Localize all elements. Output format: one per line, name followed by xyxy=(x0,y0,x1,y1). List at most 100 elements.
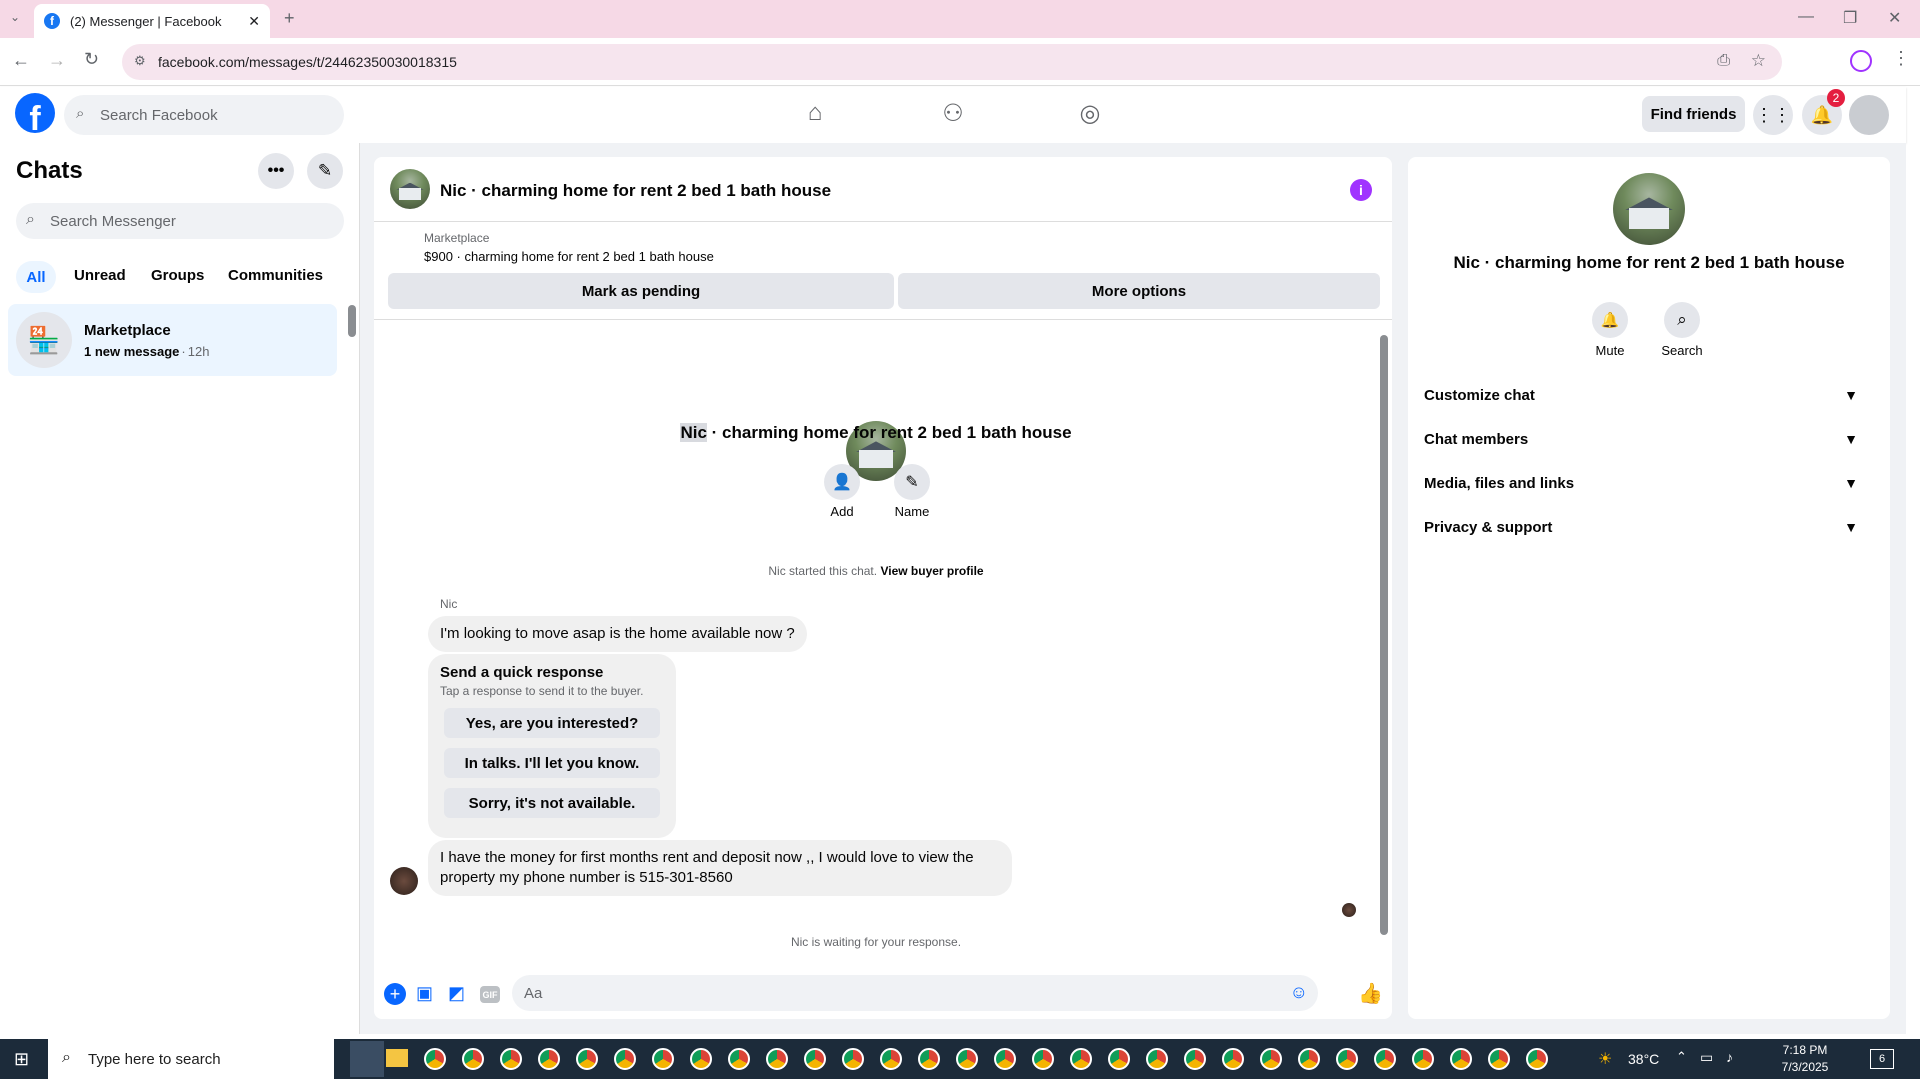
taskbar-search-input[interactable]: ⌕ Type here to search xyxy=(48,1039,334,1079)
chrome-icon[interactable] xyxy=(538,1048,560,1070)
conversation-scrollbar[interactable] xyxy=(1380,335,1388,935)
chrome-icon[interactable] xyxy=(576,1048,598,1070)
clock-time[interactable]: 7:18 PM xyxy=(1770,1043,1840,1057)
mute-bell-icon[interactable]: 🔔 xyxy=(1592,302,1628,338)
filter-unread[interactable]: Unread xyxy=(74,267,126,284)
chrome-icon[interactable] xyxy=(956,1048,978,1070)
facebook-logo-icon[interactable]: f xyxy=(15,93,55,133)
tab-search-icon[interactable]: ⌄ xyxy=(10,10,20,24)
chrome-icon[interactable] xyxy=(1108,1048,1130,1070)
windows-start-icon[interactable]: ⊞ xyxy=(14,1049,29,1070)
filter-groups[interactable]: Groups xyxy=(151,267,204,284)
facebook-search-input[interactable]: ⌕ Search Facebook xyxy=(64,95,344,135)
chrome-icon[interactable] xyxy=(1412,1048,1434,1070)
sticker-icon[interactable]: ◩ xyxy=(448,983,465,1004)
mark-as-pending-button[interactable]: Mark as pending xyxy=(388,273,894,309)
chrome-icon[interactable] xyxy=(1146,1048,1168,1070)
chrome-icon[interactable] xyxy=(1184,1048,1206,1070)
volume-icon[interactable]: ♪ xyxy=(1726,1049,1733,1065)
section-privacy-support[interactable]: Privacy & support ▼ xyxy=(1424,509,1874,545)
emoji-icon[interactable]: ☺ xyxy=(1290,982,1308,1003)
account-avatar[interactable] xyxy=(1849,95,1889,135)
browser-menu-icon[interactable]: ⋮ xyxy=(1892,48,1910,69)
messenger-search-input[interactable]: ⌕ Search Messenger xyxy=(16,203,344,239)
weather-icon[interactable]: ☀ xyxy=(1598,1049,1612,1069)
friends-icon[interactable]: ⚇ xyxy=(938,99,968,129)
site-info-icon[interactable]: ⚙ xyxy=(134,53,146,69)
quick-response-option[interactable]: Sorry, it's not available. xyxy=(444,788,660,818)
clock-date[interactable]: 7/3/2025 xyxy=(1770,1060,1840,1074)
info-icon[interactable]: i xyxy=(1350,179,1372,201)
add-person-icon[interactable]: 👤 xyxy=(824,464,860,500)
message-input[interactable]: Aa ☺ xyxy=(512,975,1318,1011)
chrome-icon[interactable] xyxy=(1450,1048,1472,1070)
more-options-icon[interactable]: ••• xyxy=(258,153,294,189)
chrome-icon[interactable] xyxy=(462,1048,484,1070)
network-icon[interactable]: ▭ xyxy=(1700,1049,1713,1066)
section-media-files-links[interactable]: Media, files and links ▼ xyxy=(1424,465,1874,501)
action-center-icon[interactable]: 6 xyxy=(1870,1049,1894,1069)
section-chat-members[interactable]: Chat members ▼ xyxy=(1424,421,1874,457)
bookmark-star-icon[interactable]: ☆ xyxy=(1751,51,1766,71)
new-tab-icon[interactable]: + xyxy=(284,8,295,29)
search-conversation-icon[interactable]: ⌕ xyxy=(1664,302,1700,338)
chrome-icon[interactable] xyxy=(424,1048,446,1070)
chrome-icon[interactable] xyxy=(1298,1048,1320,1070)
chrome-icon[interactable] xyxy=(500,1048,522,1070)
chrome-icon[interactable] xyxy=(728,1048,750,1070)
chrome-icon[interactable] xyxy=(1526,1048,1548,1070)
close-window-icon[interactable]: ✕ xyxy=(1888,8,1901,28)
url-input[interactable]: ⚙ facebook.com/messages/t/24462350030018… xyxy=(122,44,1782,80)
listing-summary[interactable]: $900 · charming home for rent 2 bed 1 ba… xyxy=(424,249,714,264)
chrome-icon[interactable] xyxy=(766,1048,788,1070)
chrome-icon[interactable] xyxy=(918,1048,940,1070)
filter-communities[interactable]: Communities xyxy=(228,267,323,284)
chrome-icon[interactable] xyxy=(1070,1048,1092,1070)
more-options-button[interactable]: More options xyxy=(898,273,1380,309)
chrome-icon[interactable] xyxy=(1488,1048,1510,1070)
message-bubble-1[interactable]: I'm looking to move asap is the home ava… xyxy=(428,616,807,652)
chrome-icon[interactable] xyxy=(880,1048,902,1070)
chrome-icon[interactable] xyxy=(842,1048,864,1070)
back-icon[interactable]: ← xyxy=(12,50,30,71)
chrome-icon[interactable] xyxy=(1222,1048,1244,1070)
conversation-title[interactable]: Nic · charming home for rent 2 bed 1 bat… xyxy=(440,181,831,201)
menu-grid-icon[interactable]: ⋮⋮ xyxy=(1753,95,1793,135)
browser-tab[interactable]: f (2) Messenger | Facebook ✕ xyxy=(34,4,270,38)
forward-icon[interactable]: → xyxy=(48,50,66,71)
install-app-icon[interactable]: ⎙ xyxy=(1717,52,1730,70)
chat-list-item-marketplace[interactable]: 🏪 Marketplace 1 new message · 12h xyxy=(8,304,337,376)
section-customize-chat[interactable]: Customize chat ▼ xyxy=(1424,377,1874,413)
chrome-icon[interactable] xyxy=(1374,1048,1396,1070)
view-buyer-profile-link[interactable]: View buyer profile xyxy=(880,564,983,578)
message-bubble-2[interactable]: I have the money for first months rent a… xyxy=(428,840,1012,896)
close-tab-icon[interactable]: ✕ xyxy=(248,13,260,30)
edit-name-icon[interactable]: ✎ xyxy=(894,464,930,500)
find-friends-button[interactable]: Find friends xyxy=(1642,96,1745,132)
attach-photo-icon[interactable]: ▣ xyxy=(416,983,433,1004)
chrome-icon[interactable] xyxy=(804,1048,826,1070)
sidebar-scrollbar[interactable] xyxy=(348,305,356,337)
restore-icon[interactable]: ❐ xyxy=(1843,8,1857,28)
chrome-icon[interactable] xyxy=(1336,1048,1358,1070)
quick-response-option[interactable]: In talks. I'll let you know. xyxy=(444,748,660,778)
chrome-icon[interactable] xyxy=(1260,1048,1282,1070)
plus-actions-icon[interactable]: + xyxy=(384,983,406,1005)
quick-response-option[interactable]: Yes, are you interested? xyxy=(444,708,660,738)
chrome-icon[interactable] xyxy=(994,1048,1016,1070)
gif-icon[interactable]: GIF xyxy=(480,986,500,1003)
chrome-icon[interactable] xyxy=(690,1048,712,1070)
chrome-icon[interactable] xyxy=(614,1048,636,1070)
profile-icon[interactable] xyxy=(1850,50,1872,72)
minimize-icon[interactable]: — xyxy=(1798,8,1814,26)
thumbs-up-icon[interactable]: 👍 xyxy=(1358,981,1383,1006)
tray-chevron-icon[interactable]: ⌃ xyxy=(1676,1049,1687,1065)
chrome-icon[interactable] xyxy=(652,1048,674,1070)
sender-avatar[interactable] xyxy=(390,867,418,895)
reload-icon[interactable]: ↻ xyxy=(84,49,99,70)
filter-all[interactable]: All xyxy=(16,261,56,293)
file-explorer-icon[interactable] xyxy=(386,1049,408,1067)
conversation-avatar[interactable] xyxy=(390,169,430,209)
chrome-icon[interactable] xyxy=(1032,1048,1054,1070)
new-message-icon[interactable]: ✎ xyxy=(307,153,343,189)
